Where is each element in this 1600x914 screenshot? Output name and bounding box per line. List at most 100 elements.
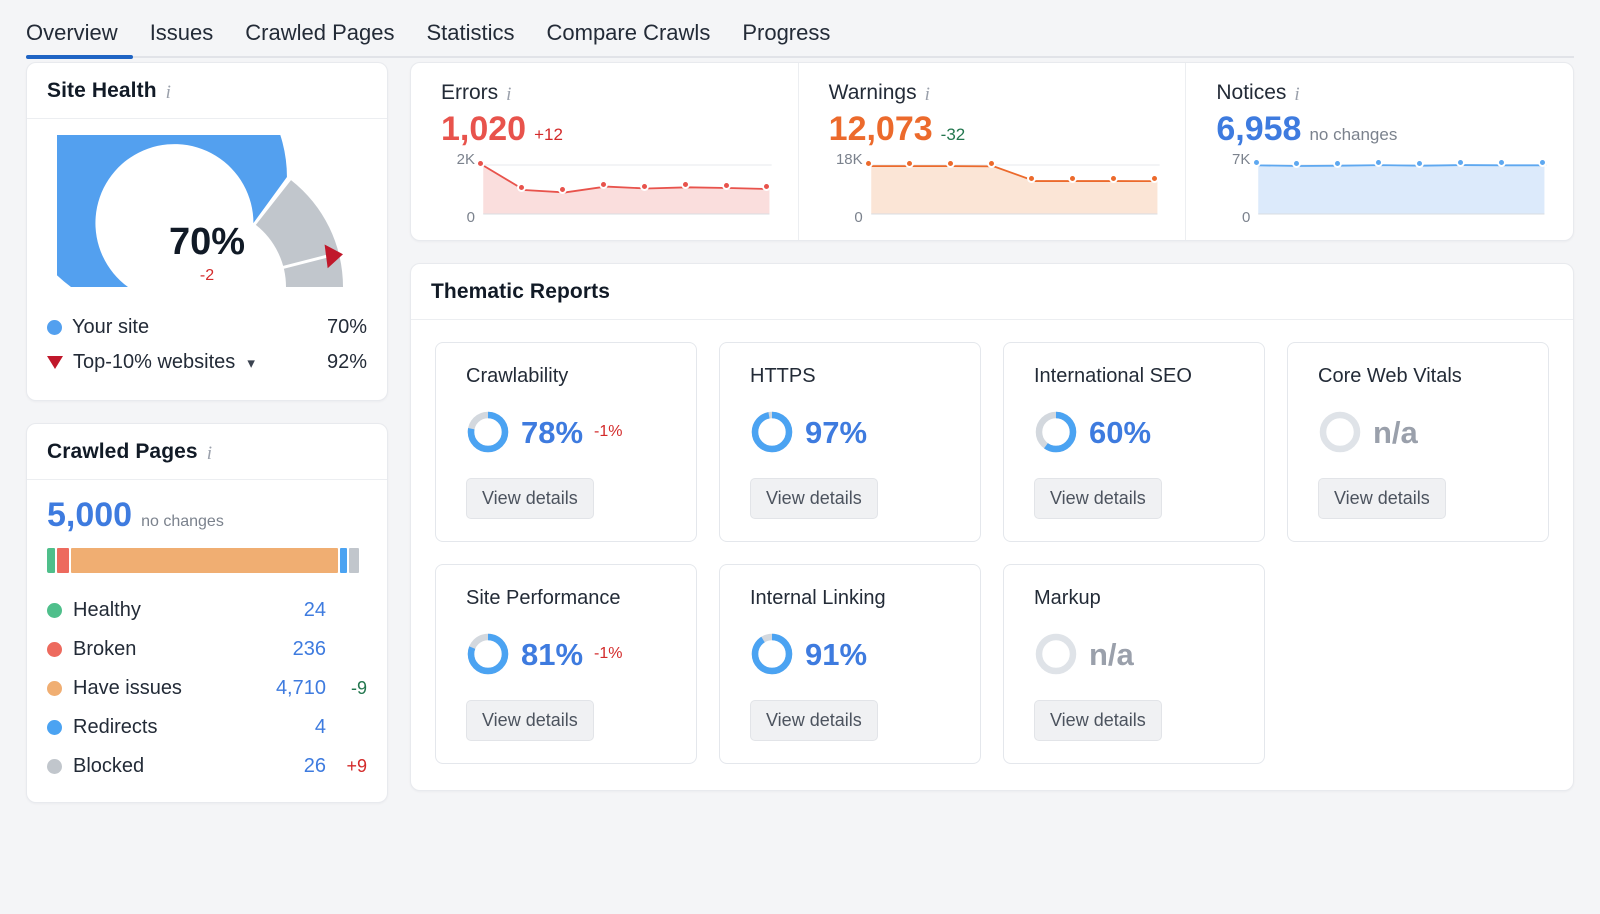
- thematic-card-markup[interactable]: Markup n/a View details: [1003, 564, 1265, 764]
- legend-dot-icon: [47, 759, 62, 774]
- crawled-bar-segment-have_issues: [70, 548, 339, 573]
- crawled-pages-row-value[interactable]: 236: [293, 638, 326, 661]
- thematic-reports-body: Crawlability 78% -1% View details HTTPS 97% Vi…: [411, 320, 1573, 790]
- site-health-legend-value: 92%: [326, 351, 367, 373]
- sparkline-axis-max: 7K: [1231, 151, 1251, 168]
- crawled-pages-row-delta: -9: [350, 678, 367, 698]
- thematic-card-internal-linking[interactable]: Internal Linking 91% View details: [719, 564, 981, 764]
- crawled-pages-row: Healthy 24: [47, 591, 367, 630]
- sparkline-point: [1456, 158, 1465, 168]
- sparkline-point: [904, 159, 914, 169]
- legend-dot-icon: [47, 720, 62, 735]
- crawled-pages-row-label: Healthy: [73, 599, 141, 621]
- thematic-card-site-performance[interactable]: Site Performance 81% -1% View details: [435, 564, 697, 764]
- crawled-pages-row-label: Broken: [73, 638, 137, 660]
- issue-count: 6,958: [1216, 110, 1302, 148]
- issue-value-row: 6,958 no changes: [1216, 112, 1547, 146]
- tab-statistics[interactable]: Statistics: [426, 22, 514, 58]
- sparkline-point: [476, 158, 486, 168]
- crawled-pages-row-value[interactable]: 4: [315, 716, 326, 739]
- info-icon[interactable]: i: [166, 83, 171, 102]
- left-column: Site Health i 70% -2 Your site 70% Top-10%…: [14, 40, 388, 914]
- sparkline-y-axis: 18K 0: [829, 151, 869, 226]
- issue-change: -32: [940, 125, 966, 144]
- tab-overview[interactable]: Overview: [26, 22, 118, 58]
- sparkline-axis-min: 0: [854, 209, 863, 226]
- thematic-card-score: n/a: [1318, 410, 1524, 454]
- gauge-svg: [14, 40, 343, 287]
- issue-block-title: Errors: [441, 81, 499, 104]
- chevron-down-icon[interactable]: ▾: [247, 354, 255, 372]
- thematic-reports-card: Thematic Reports Crawlability 78% -1% View …: [410, 263, 1574, 791]
- thematic-card-crawlability[interactable]: Crawlability 78% -1% View details: [435, 342, 697, 542]
- info-icon[interactable]: i: [925, 85, 930, 104]
- issue-block-header: Warnings i: [829, 81, 1160, 105]
- tab-compare-crawls[interactable]: Compare Crawls: [547, 22, 711, 58]
- crawled-pages-row-value[interactable]: 26: [304, 755, 326, 778]
- sparkline-point: [1415, 158, 1425, 168]
- view-details-button[interactable]: View details: [750, 700, 878, 741]
- info-icon[interactable]: i: [207, 444, 212, 463]
- crawled-bar-segment-blocked: [349, 548, 359, 573]
- view-details-button[interactable]: View details: [466, 700, 594, 741]
- thematic-reports-grid: Crawlability 78% -1% View details HTTPS 97% Vi…: [435, 342, 1549, 764]
- thematic-card-value: 97%: [805, 414, 868, 450]
- progress-ring-icon: [751, 411, 793, 453]
- crawled-pages-row-delta: +9: [346, 756, 367, 776]
- issue-block-notices: Notices i 6,958 no changes 7K 0: [1185, 63, 1573, 240]
- sparkline-axis-min: 0: [466, 209, 475, 226]
- issue-block-header: Notices i: [1216, 81, 1547, 105]
- thematic-card-score: 91%: [750, 632, 956, 676]
- thematic-card-title: Crawlability: [466, 365, 569, 387]
- progress-ring-value: [751, 411, 793, 453]
- crawled-bar-segment-broken: [57, 548, 69, 573]
- issue-change: +12: [534, 125, 563, 144]
- view-details-button[interactable]: View details: [750, 478, 878, 519]
- thematic-card-value: 81%: [521, 636, 584, 672]
- issue-summary-card: Errors i 1,020 +12 2K 0 Warnings i 12,073 -32 18K 0…: [410, 62, 1574, 241]
- crawled-pages-row-label: Redirects: [73, 716, 158, 738]
- crawled-pages-row-label: Have issues: [73, 677, 182, 699]
- progress-ring-icon: [467, 411, 509, 453]
- thematic-card-title: Core Web Vitals: [1318, 365, 1462, 387]
- thematic-card-https[interactable]: HTTPS 97% View details: [719, 342, 981, 542]
- view-details-button[interactable]: View details: [1034, 700, 1162, 741]
- crawled-pages-row: Broken 236: [47, 630, 367, 669]
- crawled-pages-header: Crawled Pages i: [27, 424, 387, 480]
- info-icon[interactable]: i: [506, 85, 511, 104]
- tab-crawled-pages[interactable]: Crawled Pages: [245, 22, 394, 58]
- view-details-button[interactable]: View details: [1318, 478, 1446, 519]
- crawled-pages-row-value[interactable]: 24: [304, 599, 326, 622]
- legend-dot-icon: [47, 642, 62, 657]
- progress-ring-icon: [1035, 411, 1077, 453]
- sparkline-point: [1333, 158, 1343, 168]
- view-details-button[interactable]: View details: [1034, 478, 1162, 519]
- thematic-card-title: Markup: [1034, 587, 1101, 609]
- progress-ring-track: [1035, 633, 1077, 675]
- info-icon[interactable]: i: [1294, 85, 1299, 104]
- thematic-card-title: International SEO: [1034, 365, 1192, 387]
- benchmark-triangle-icon: [47, 356, 63, 369]
- thematic-card-value: 60%: [1089, 414, 1152, 450]
- view-details-button[interactable]: View details: [466, 478, 594, 519]
- crawled-pages-row-value[interactable]: 4,710: [276, 677, 326, 700]
- tab-issues[interactable]: Issues: [150, 22, 214, 58]
- sparkline-y-axis: 2K 0: [441, 151, 481, 226]
- legend-dot-icon: [47, 320, 62, 335]
- issue-count: 12,073: [828, 110, 933, 148]
- dashboard-body: Site Health i 70% -2 Your site 70% Top-10%…: [0, 40, 1600, 914]
- thematic-card-core-web-vitals[interactable]: Core Web Vitals n/a View details: [1287, 342, 1549, 542]
- tab-progress[interactable]: Progress: [742, 22, 830, 58]
- thematic-card-score: 81% -1%: [466, 632, 672, 676]
- thematic-card-international-seo[interactable]: International SEO 60% View details: [1003, 342, 1265, 542]
- sparkline-svg: [1256, 158, 1548, 215]
- crawled-pages-change: no changes: [141, 513, 224, 530]
- thematic-card-score: 60%: [1034, 410, 1240, 454]
- legend-dot-icon: [47, 603, 62, 618]
- site-health-gauge-wrap: 70% -2: [14, 40, 387, 300]
- issue-block-title: Warnings: [828, 81, 917, 104]
- sparkline-point: [680, 180, 690, 190]
- sparkline-axis-max: 2K: [456, 151, 475, 168]
- site-health-legend-row: Top-10% websites ▾ 92%: [47, 345, 367, 380]
- site-health-header: Site Health i: [27, 63, 387, 119]
